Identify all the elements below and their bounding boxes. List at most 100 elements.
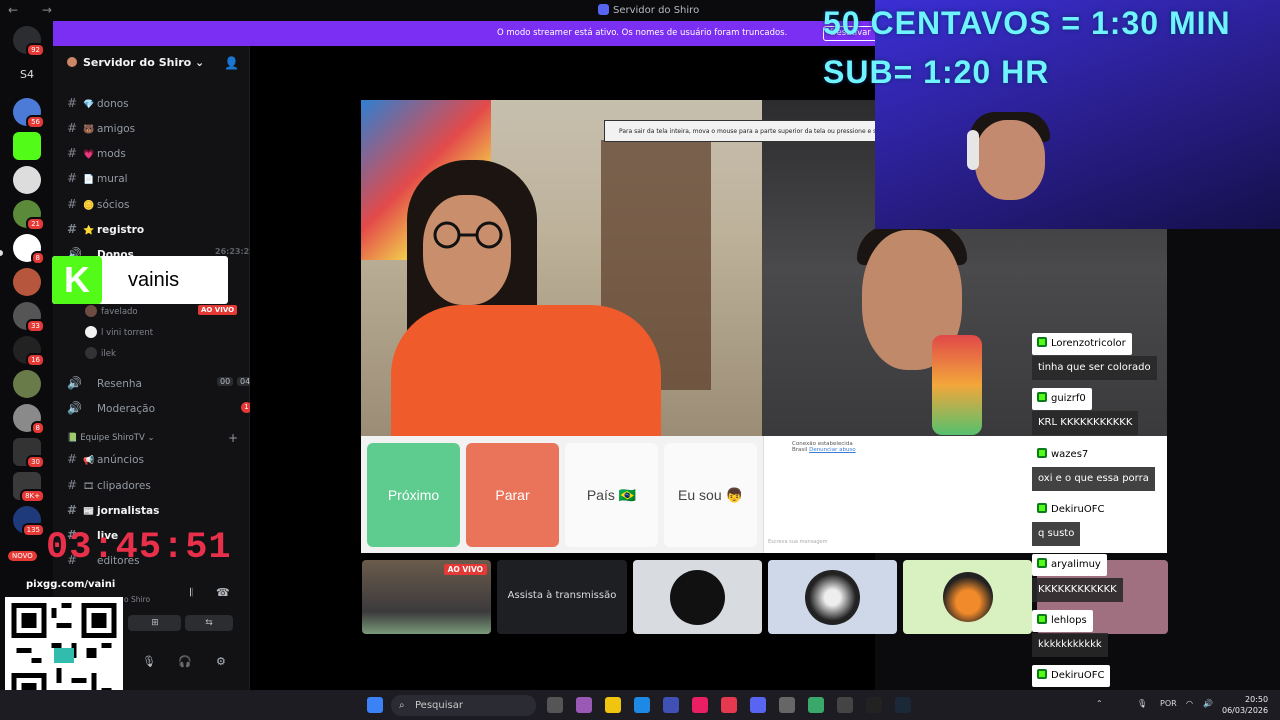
channel-mural[interactable]: # 📄 mural [67, 171, 128, 191]
hash-icon: # [67, 96, 78, 110]
voice-user[interactable]: ilek [85, 347, 116, 359]
instagram-icon[interactable] [692, 697, 708, 713]
streamer-mode-banner: O modo streamer está ativo. Os nomes de … [53, 21, 878, 46]
participant-tile[interactable] [633, 560, 762, 634]
app-icon[interactable] [837, 697, 853, 713]
input-language[interactable]: POR [1160, 699, 1177, 708]
epic-games-icon[interactable] [866, 697, 882, 713]
channel-anuncios[interactable]: # 📢 anúncios [67, 452, 144, 472]
disconnect-icon[interactable]: ☎ [216, 586, 230, 599]
task-view-icon[interactable] [547, 697, 563, 713]
server-badge: 16 [26, 353, 45, 367]
server-folder-icon[interactable]: 8K+ [13, 472, 45, 503]
server-icon[interactable]: 21 [13, 200, 45, 231]
voice-user[interactable]: l vini torrent [85, 326, 153, 338]
server-kick-icon[interactable] [13, 132, 41, 160]
chat-username: DekiruOFC [1032, 665, 1111, 687]
clock[interactable]: 20:50 06/03/2026 [1222, 694, 1268, 716]
streamer-mode-text: O modo streamer está ativo. Os nomes de … [497, 28, 788, 38]
stop-button[interactable]: Parar [466, 443, 559, 547]
server-icon[interactable]: 33 [13, 302, 45, 333]
channel-label: mods [97, 148, 126, 160]
avatar [85, 326, 97, 338]
headphones-icon[interactable]: 🎧 [178, 655, 192, 668]
channel-label: jornalistas [97, 505, 160, 517]
server-s4[interactable]: S4 [13, 68, 41, 81]
voice-channel-resenha[interactable]: 🔊 Resenha 00 04 [67, 376, 254, 396]
kick-username: vainis [128, 269, 180, 291]
channel-socios[interactable]: # 🪙 sócios [67, 197, 129, 217]
server-name-header[interactable]: Servidor do Shiro ⌄ [67, 56, 204, 69]
country-button[interactable]: País 🇧🇷 [565, 443, 658, 547]
taskbar-search[interactable]: ⌕ Pesquisar [391, 695, 536, 716]
settings-gear-icon[interactable]: ⚙ [216, 655, 226, 668]
server-icon[interactable]: 16 [13, 336, 45, 367]
voice-channel-moderacao[interactable]: 🔊 Moderação 1 [67, 401, 252, 421]
server-icon[interactable]: 8 [13, 234, 45, 265]
share-screen-button[interactable]: ⇆ [185, 615, 233, 631]
server-icon[interactable]: 8 [13, 404, 45, 435]
channel-mods[interactable]: # 💗 mods [67, 146, 126, 166]
back-forward-icon[interactable]: ← → [8, 3, 62, 17]
tray-overflow-icon[interactable]: ⌃ [1096, 699, 1103, 708]
watch-stream-tile[interactable]: Assista à transmissão [497, 560, 627, 634]
direct-messages-icon[interactable]: 92 [13, 26, 45, 57]
channel-donos[interactable]: # 💎 donos [67, 96, 129, 116]
kick-logo-icon: K [52, 256, 102, 304]
omegle-chat: Conexão estabelecida Brasil Denunciar ab… [763, 436, 1167, 553]
add-channel-icon[interactable]: + [228, 431, 238, 445]
channel-registro[interactable]: # ⭐ registro [67, 222, 144, 242]
server-icon[interactable]: 135 [13, 506, 45, 537]
windows-start-icon[interactable] [367, 697, 383, 713]
chat-username: wazes7 [1032, 444, 1095, 466]
channel-jornalistas[interactable]: # 📰 jornalistas [67, 503, 159, 523]
mic-icon[interactable]: 🎙 [142, 655, 156, 668]
gender-button[interactable]: Eu sou 👦 [664, 443, 757, 547]
channel-label: sócios [97, 199, 130, 211]
rgb-mic [932, 335, 982, 435]
server-folder-icon[interactable]: 30 [13, 438, 45, 469]
chat-message: q susto [1032, 522, 1081, 546]
channel-emoji: 🪙 [83, 201, 95, 211]
kick-badge-icon [1037, 669, 1047, 679]
chat-message: kkkkkkkkkkk [1032, 633, 1108, 657]
channel-clipadores[interactable]: # 🎞 clipadores [67, 478, 151, 498]
next-button[interactable]: Próximo [367, 443, 460, 547]
app-icon[interactable] [779, 697, 795, 713]
channel-amigos[interactable]: # 🐻 amigos [67, 121, 135, 141]
report-abuse-link[interactable]: Denunciar abuso [809, 447, 856, 453]
live-badge: AO VIVO [198, 305, 238, 315]
invite-people-icon[interactable]: 👤 [224, 56, 239, 70]
wifi-icon[interactable]: ◠ [1186, 699, 1193, 708]
channel-label: clipadores [97, 480, 151, 492]
voice-user-name: l vini torrent [101, 328, 154, 338]
participant-tile[interactable] [903, 560, 1032, 634]
edge-icon[interactable] [634, 697, 650, 713]
kick-badge-icon [1037, 558, 1047, 568]
server-icon[interactable] [13, 166, 41, 194]
volume-icon[interactable]: 🔊 [1203, 699, 1213, 708]
server-icon[interactable]: 56 [13, 98, 45, 129]
discord-taskbar-icon[interactable] [750, 697, 766, 713]
app-icon[interactable] [721, 697, 737, 713]
stream-tile[interactable]: AO VIVO [362, 560, 491, 634]
server-icon[interactable] [13, 370, 41, 398]
hash-icon: # [67, 171, 78, 185]
voice-user[interactable]: favelado [85, 305, 138, 317]
app-icon[interactable] [808, 697, 824, 713]
activities-button[interactable]: ⊞ [129, 615, 181, 631]
chat-input[interactable]: Escreva sua mensagem [768, 539, 827, 545]
kick-badge-icon [1037, 448, 1047, 458]
steam-icon[interactable] [895, 697, 911, 713]
server-icon[interactable] [13, 268, 41, 296]
mic-tray-icon[interactable]: 🎙 [1137, 699, 1147, 708]
store-icon[interactable] [663, 697, 679, 713]
file-explorer-icon[interactable] [605, 697, 621, 713]
participant-tile[interactable] [768, 560, 897, 634]
chat-username-text: guizrf0 [1051, 393, 1086, 404]
channel-emoji: 📰 [83, 507, 95, 517]
channel-emoji: 💗 [83, 150, 95, 160]
soundboard-icon[interactable]: 𝄃 [190, 586, 192, 600]
copilot-icon[interactable] [576, 697, 592, 713]
category-header[interactable]: 📗 Equipe ShiroTV ⌄ [67, 433, 155, 443]
